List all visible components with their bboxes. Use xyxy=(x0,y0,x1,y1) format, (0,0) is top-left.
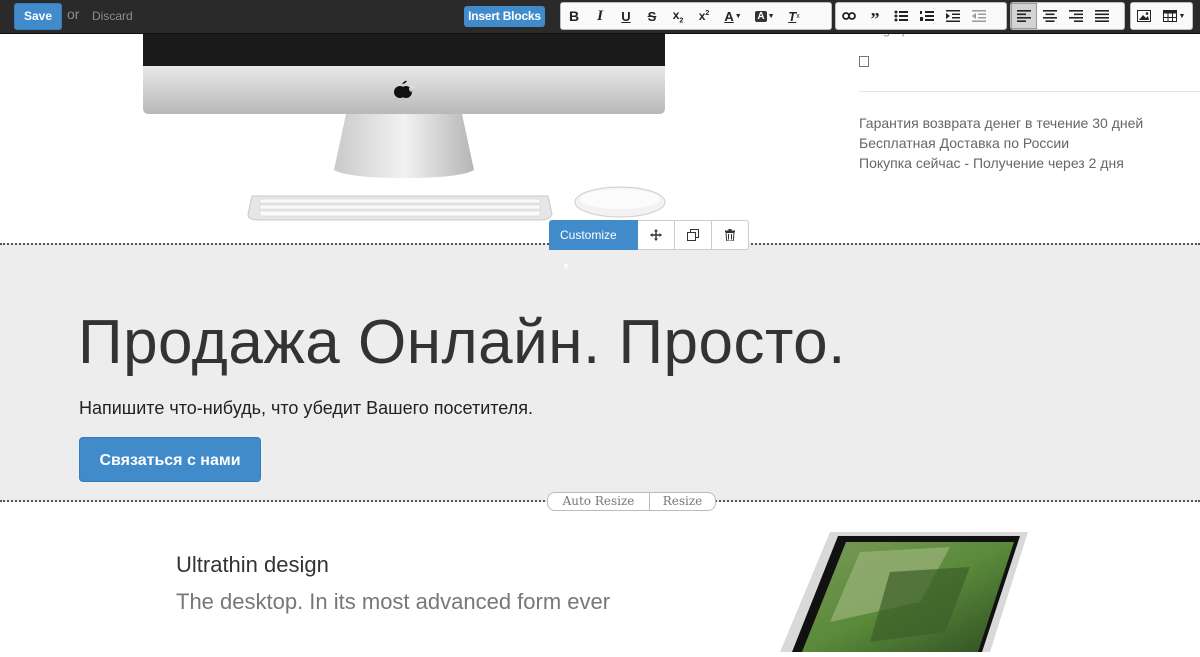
customize-button[interactable]: Customize ▼ xyxy=(549,220,638,271)
bold-icon[interactable]: B xyxy=(561,3,587,29)
insert-toolbar-group: ” xyxy=(835,2,1007,30)
align-left-icon[interactable] xyxy=(1011,3,1037,29)
placeholder-icon xyxy=(859,56,869,67)
align-toolbar-group xyxy=(1010,2,1125,30)
feature-item: Покупка сейчас - Получение через 2 дня xyxy=(859,155,1124,171)
editor-toolbar: Save or Discard Insert Blocks B I U S x2… xyxy=(0,0,1200,34)
move-icon[interactable] xyxy=(638,220,675,250)
quote-icon[interactable]: ” xyxy=(862,3,888,29)
resize-button[interactable]: Resize xyxy=(650,492,716,511)
bullet-list-icon[interactable] xyxy=(888,3,914,29)
align-right-icon[interactable] xyxy=(1063,3,1089,29)
media-toolbar-group: ▼ xyxy=(1130,2,1193,30)
feature-item: Бесплатная Доставка по России xyxy=(859,135,1070,151)
indent-icon[interactable] xyxy=(940,3,966,29)
feature-item: Гарантия возврата денег в течение 30 дне… xyxy=(859,115,1144,131)
customize-label: Customize xyxy=(560,228,617,242)
hero-block[interactable]: Продажа Онлайн. Просто. Напишите что-ниб… xyxy=(0,243,1200,502)
duplicate-icon[interactable] xyxy=(675,220,712,250)
underline-icon[interactable]: U xyxy=(613,3,639,29)
clear-format-icon[interactable]: Tx xyxy=(781,3,807,29)
discard-link[interactable]: Discard xyxy=(92,9,133,23)
laptop-image xyxy=(770,532,1030,652)
format-toolbar-group: B I U S x2 x2 A ▼ A ▼ Tx xyxy=(560,2,832,30)
italic-icon[interactable]: I xyxy=(587,3,613,29)
align-center-icon[interactable] xyxy=(1037,3,1063,29)
image-icon[interactable] xyxy=(1131,3,1157,29)
hero-title[interactable]: Продажа Онлайн. Просто. xyxy=(78,307,846,378)
save-button[interactable]: Save xyxy=(14,3,62,30)
resize-handles: Auto Resize Resize xyxy=(547,492,716,511)
features-list: Гарантия возврата денег в течение 30 дне… xyxy=(859,113,1143,173)
divider xyxy=(859,91,1200,92)
strikethrough-icon[interactable]: S xyxy=(639,3,665,29)
insert-blocks-button[interactable]: Insert Blocks xyxy=(464,6,545,27)
table-icon[interactable]: ▼ xyxy=(1157,3,1191,29)
block-toolbar: Customize ▼ xyxy=(549,220,749,271)
hero-subtitle[interactable]: Напишите что-нибудь, что убедит Вашего п… xyxy=(79,398,533,419)
numbered-list-icon[interactable] xyxy=(914,3,940,29)
or-label: or xyxy=(67,6,80,22)
feature-subtitle: The desktop. In its most advanced form e… xyxy=(176,589,611,614)
subscript-icon[interactable]: x2 xyxy=(665,3,691,29)
align-justify-icon[interactable] xyxy=(1089,3,1115,29)
outdent-icon[interactable] xyxy=(966,3,992,29)
superscript-icon[interactable]: x2 xyxy=(691,3,717,29)
feature-title: Ultrathin design xyxy=(176,552,329,577)
link-icon[interactable] xyxy=(836,3,862,29)
background-color-icon[interactable]: A ▼ xyxy=(749,3,781,29)
text-color-icon[interactable]: A ▼ xyxy=(717,3,749,29)
trash-icon[interactable] xyxy=(712,220,749,250)
auto-resize-button[interactable]: Auto Resize xyxy=(547,492,650,511)
contact-us-button[interactable]: Связаться с нами xyxy=(79,437,261,482)
caret-down-icon: ▼ xyxy=(562,262,570,271)
